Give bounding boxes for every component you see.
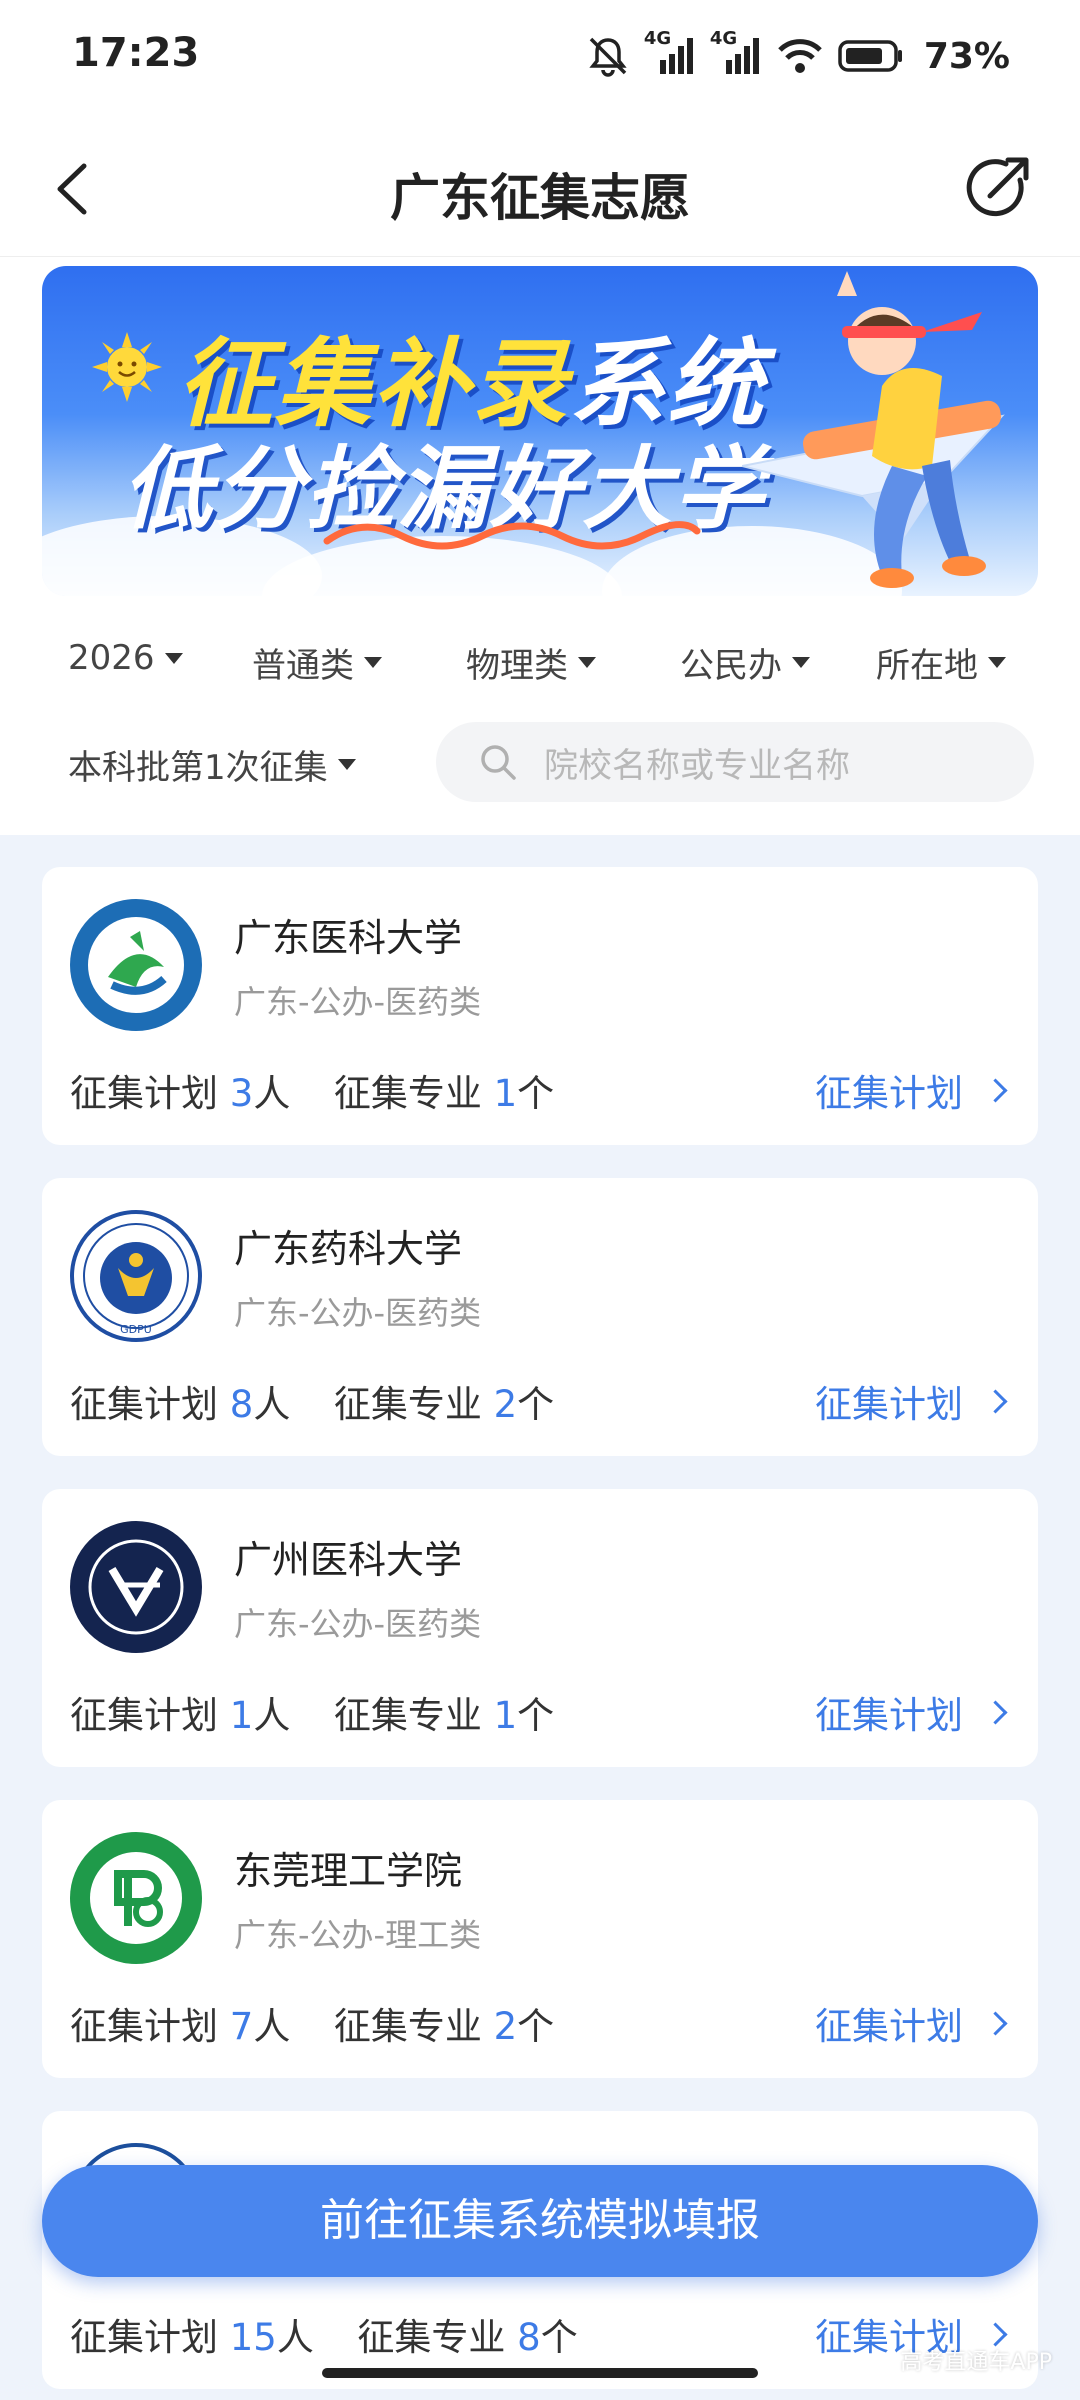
school-card[interactable]: 广州医科大学 广东-公办-医药类 征集计划 1人 征集专业 1个 征集计划 [42, 1489, 1038, 1767]
plan-link[interactable]: 征集计划 [815, 1063, 1008, 1117]
promo-banner[interactable]: 征集补录系统 低分捡漏好大学 [42, 266, 1038, 596]
plan-count: 1 [229, 1694, 254, 1737]
status-bar: 17:23 4G 4G 73% [0, 0, 1080, 120]
school-name: 东莞理工学院 [234, 1849, 463, 1893]
school-logo [70, 1832, 202, 1964]
major-count: 1 [493, 1694, 518, 1737]
filter-batch[interactable]: 本科批第1次征集 [68, 740, 356, 789]
battery-percent: 73% [923, 35, 1010, 77]
status-icons: 4G 4G 73% [586, 28, 1010, 78]
school-stats: 征集计划 7人 征集专业 2个 [70, 2005, 555, 2048]
filter-bar: 2026 普通类 物理类 公民办 所在地 本科批第1次征集 院校名称或专业名称 [0, 600, 1080, 835]
school-card[interactable]: 东莞理工学院 广东-公办-理工类 征集计划 7人 征集专业 2个 征集计划 [42, 1800, 1038, 2078]
school-card[interactable]: 广东医科大学 广东-公办-医药类 征集计划 3人 征集专业 1个 征集计划 [42, 867, 1038, 1145]
filter-category[interactable]: 普通类 [252, 638, 382, 687]
signal-icon-1: 4G [644, 28, 696, 78]
plan-link[interactable]: 征集计划 [815, 1685, 1008, 1739]
chevron-right-icon [983, 2321, 1008, 2347]
mute-bell-icon [589, 37, 627, 77]
filter-subject[interactable]: 物理类 [466, 638, 596, 687]
caret-down-icon [792, 657, 810, 668]
caret-down-icon [988, 657, 1006, 668]
plan-link[interactable]: 征集计划 [815, 1996, 1008, 2050]
caret-down-icon [578, 657, 596, 668]
search-input[interactable]: 院校名称或专业名称 [436, 722, 1034, 802]
battery-icon [838, 40, 902, 72]
sun-icon [92, 332, 162, 402]
chevron-right-icon [983, 1077, 1008, 1103]
school-logo [70, 1521, 202, 1653]
svg-text:GDPU: GDPU [120, 1323, 152, 1336]
filter-ownership[interactable]: 公民办 [680, 638, 810, 687]
app-watermark: 高考直通车APP [900, 2350, 1052, 2375]
school-meta: 广东-公办-医药类 [234, 1605, 482, 1643]
home-indicator[interactable] [322, 2368, 758, 2378]
signal-icon-2: 4G [710, 28, 762, 78]
filter-year[interactable]: 2026 [68, 638, 183, 678]
plan-link[interactable]: 征集计划 [815, 1374, 1008, 1428]
caret-down-icon [364, 657, 382, 668]
school-name: 广州医科大学 [234, 1538, 463, 1582]
school-stats: 征集计划 1人 征集专业 1个 [70, 1694, 555, 1737]
school-meta: 广东-公办-医药类 [234, 1294, 482, 1332]
plan-count: 3 [229, 1072, 254, 1115]
plan-count: 7 [229, 2005, 254, 2048]
student-illustration [742, 271, 1005, 588]
school-name: 广东医科大学 [234, 916, 463, 960]
major-count: 2 [493, 2005, 518, 2048]
school-meta: 广东-公办-医药类 [234, 983, 482, 1021]
school-logo: GDPU [70, 1210, 202, 1342]
major-count: 8 [517, 2316, 541, 2359]
school-stats: 征集计划 8人 征集专业 2个 [70, 1383, 555, 1426]
share-icon[interactable] [960, 150, 1036, 226]
squiggle-decoration [323, 521, 701, 550]
status-time: 17:23 [72, 30, 200, 76]
school-name: 广东药科大学 [234, 1227, 463, 1271]
filter-location[interactable]: 所在地 [876, 638, 1006, 687]
school-card[interactable]: GDPU 广东药科大学 广东-公办-医药类 征集计划 8人 征集专业 2个 征集… [42, 1178, 1038, 1456]
major-count: 1 [493, 1072, 518, 1115]
search-icon [481, 745, 516, 780]
school-stats: 征集计划 3人 征集专业 1个 [70, 1072, 555, 1115]
chevron-right-icon [983, 1699, 1008, 1725]
school-stats: 征集计划 15人 征集专业 8个 [70, 2316, 578, 2359]
wifi-icon [778, 39, 822, 73]
plan-count: 8 [229, 1383, 254, 1426]
caret-down-icon [164, 652, 183, 664]
page-title: 广东征集志愿 [390, 169, 690, 227]
plan-count: 15 [229, 2316, 277, 2359]
nav-header: 广东征集志愿 [0, 120, 1080, 257]
search-placeholder: 院校名称或专业名称 [544, 745, 850, 786]
chevron-right-icon [983, 1388, 1008, 1414]
school-logo [70, 899, 202, 1031]
chevron-right-icon [983, 2010, 1008, 2036]
simulate-fill-button[interactable]: 前往征集系统模拟填报 [42, 2165, 1038, 2277]
school-meta: 广东-公办-理工类 [234, 1916, 482, 1954]
caret-down-icon [337, 759, 356, 770]
major-count: 2 [493, 1383, 518, 1426]
